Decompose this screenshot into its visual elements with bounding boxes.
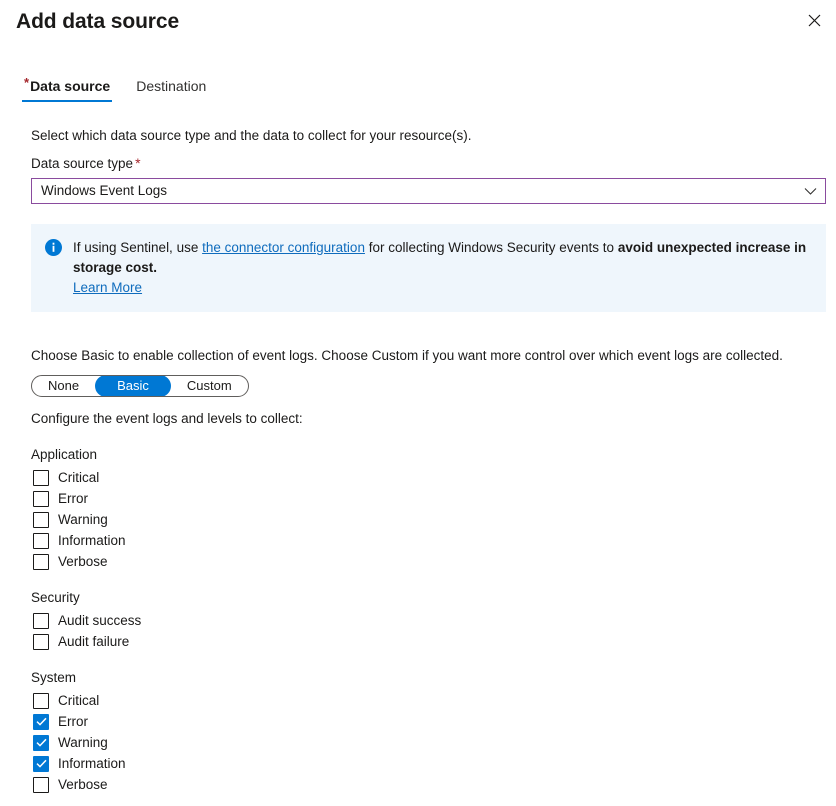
mode-option-none[interactable]: None (32, 376, 95, 396)
checkbox-label: Audit failure (58, 633, 130, 649)
checkbox-label: Error (58, 713, 88, 729)
mode-option-basic-label: Basic (117, 378, 149, 393)
checkbox-label: Critical (58, 692, 100, 708)
data-source-type-select[interactable]: Windows Event Logs (31, 178, 826, 204)
form-content: Select which data source type and the da… (0, 126, 836, 795)
checkbox-security-audit-success[interactable]: Audit success (31, 610, 826, 631)
info-banner: If using Sentinel, use the connector con… (31, 224, 826, 312)
checkbox-label: Information (58, 755, 126, 771)
close-icon (808, 14, 821, 27)
tab-data-source-label: Data source (30, 78, 111, 94)
checkbox-box-icon (33, 692, 49, 709)
checkbox-system-critical[interactable]: Critical (31, 690, 826, 711)
checkbox-box-icon (33, 713, 49, 730)
checkbox-label: Critical (58, 469, 100, 485)
configure-text: Configure the event logs and levels to c… (31, 411, 303, 426)
checkbox-group-system: System Critical Error Warning Informatio… (31, 668, 826, 795)
mode-option-custom-label: Custom (186, 378, 232, 393)
data-source-type-value: Windows Event Logs (41, 183, 168, 198)
group-title-application: Application (31, 447, 98, 462)
info-icon (45, 239, 62, 261)
close-button[interactable] (800, 6, 828, 34)
checkbox-label: Warning (58, 734, 108, 750)
checkbox-system-verbose[interactable]: Verbose (31, 774, 826, 795)
chevron-down-icon (795, 187, 825, 196)
connector-configuration-link[interactable]: the connector configuration (202, 240, 365, 255)
checkbox-application-critical[interactable]: Critical (31, 467, 826, 488)
tab-data-source[interactable]: *Data source (22, 75, 113, 102)
checkbox-box-icon (33, 612, 49, 629)
checkbox-box-icon (33, 734, 49, 751)
collection-mode-toggle[interactable]: None Basic Custom (31, 375, 249, 397)
tab-destination-label: Destination (136, 78, 207, 94)
checkbox-application-information[interactable]: Information (31, 530, 826, 551)
checkbox-system-warning[interactable]: Warning (31, 732, 826, 753)
group-title-system: System (31, 670, 77, 685)
checkbox-application-error[interactable]: Error (31, 488, 826, 509)
mode-option-none-label: None (48, 378, 80, 393)
checkbox-application-warning[interactable]: Warning (31, 509, 826, 530)
checkbox-label: Audit success (58, 612, 142, 628)
data-source-type-required-asterisk: * (135, 155, 141, 171)
checkbox-group-application: Application Critical Error Warning Infor… (31, 445, 826, 572)
group-title-security: Security (31, 590, 80, 605)
checkbox-label: Error (58, 490, 88, 506)
choose-mode-text: Choose Basic to enable collection of eve… (31, 348, 783, 363)
checkbox-label: Verbose (58, 776, 108, 792)
checkbox-application-verbose[interactable]: Verbose (31, 551, 826, 572)
mode-option-custom[interactable]: Custom (171, 376, 248, 396)
checkbox-box-icon (33, 553, 49, 570)
page-title: Add data source (16, 10, 180, 33)
checkbox-group-security: Security Audit success Audit failure (31, 588, 826, 652)
checkbox-label: Verbose (58, 553, 108, 569)
tab-bar: *Data source Destination (0, 74, 836, 102)
checkbox-box-icon (33, 469, 49, 486)
checkbox-system-error[interactable]: Error (31, 711, 826, 732)
checkbox-system-information[interactable]: Information (31, 753, 826, 774)
checkbox-security-audit-failure[interactable]: Audit failure (31, 631, 826, 652)
tab-destination[interactable]: Destination (134, 76, 208, 102)
panel-header: Add data source (0, 0, 836, 42)
checkbox-box-icon (33, 633, 49, 650)
checkbox-label: Warning (58, 511, 108, 527)
checkbox-box-icon (33, 511, 49, 528)
info-banner-text: If using Sentinel, use the connector con… (73, 238, 814, 298)
checkbox-label: Information (58, 532, 126, 548)
checkbox-box-icon (33, 490, 49, 507)
mode-option-basic[interactable]: Basic (95, 376, 171, 396)
learn-more-link[interactable]: Learn More (73, 278, 142, 298)
data-source-type-label: Data source type * (31, 154, 826, 174)
data-source-type-label-text: Data source type (31, 156, 134, 171)
checkbox-box-icon (33, 755, 49, 772)
checkbox-box-icon (33, 776, 49, 793)
intro-text: Select which data source type and the da… (31, 128, 472, 143)
required-asterisk: * (24, 75, 30, 90)
info-banner-middle: for collecting Windows Security events t… (364, 240, 618, 255)
checkbox-box-icon (33, 532, 49, 549)
info-banner-prefix: If using Sentinel, use (73, 240, 203, 255)
